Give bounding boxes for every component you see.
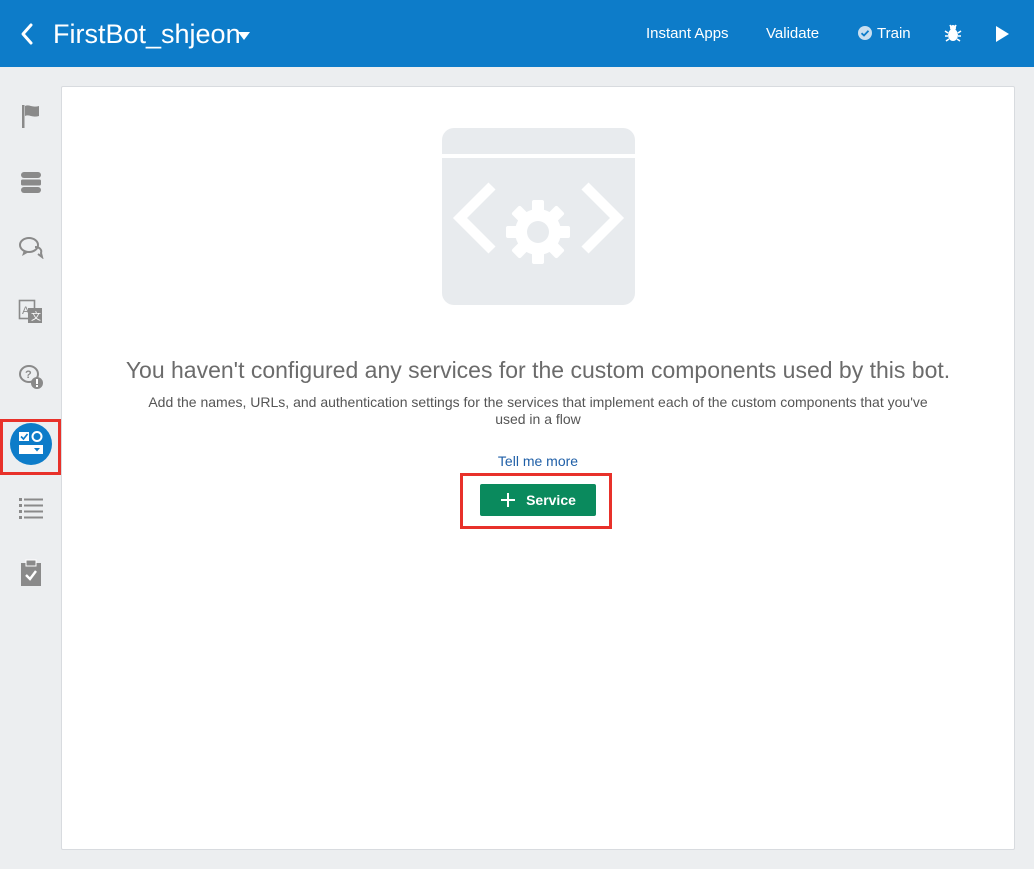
bot-name-title[interactable]: FirstBot_shjeon xyxy=(53,17,241,51)
add-service-button[interactable]: Service xyxy=(480,484,596,516)
back-icon[interactable] xyxy=(16,20,40,48)
sidebar-item-intents[interactable] xyxy=(14,101,48,135)
plus-icon xyxy=(501,493,516,507)
sidebar-item-settings[interactable] xyxy=(14,493,48,527)
question-alert-icon: ? xyxy=(18,364,44,395)
svg-text:文: 文 xyxy=(31,310,41,323)
sidebar-item-resource-bundles[interactable]: A文 xyxy=(14,297,48,331)
empty-state-heading: You haven't configured any services for … xyxy=(125,357,951,383)
tell-me-more-link[interactable]: Tell me more xyxy=(62,452,1014,470)
main-panel: You haven't configured any services for … xyxy=(61,86,1015,850)
sidebar-item-insights[interactable] xyxy=(14,558,48,592)
top-bar: FirstBot_shjeon Instant Apps Validate Tr… xyxy=(0,0,1034,67)
custom-component-illustration-icon xyxy=(442,128,635,305)
check-circle-icon xyxy=(857,25,873,41)
svg-text:?: ? xyxy=(25,369,32,381)
sidebar-item-components[interactable] xyxy=(9,422,53,471)
add-service-label: Service xyxy=(526,492,576,508)
bug-icon[interactable] xyxy=(943,23,963,43)
translate-icon: A文 xyxy=(18,299,44,330)
chevron-down-icon[interactable] xyxy=(236,29,252,41)
instant-apps-button[interactable]: Instant Apps xyxy=(646,24,729,44)
clipboard-check-icon xyxy=(19,559,43,592)
sidebar-item-qna[interactable]: ? xyxy=(14,362,48,396)
validate-button[interactable]: Validate xyxy=(766,24,819,44)
train-button[interactable]: Train xyxy=(877,24,911,44)
list-icon xyxy=(18,496,44,525)
sidebar-item-flows[interactable] xyxy=(14,232,48,266)
flag-icon xyxy=(19,103,43,134)
play-icon[interactable] xyxy=(994,25,1010,43)
empty-state-description: Add the names, URLs, and authentication … xyxy=(148,394,928,427)
components-icon xyxy=(9,422,53,471)
sidebar-item-entities[interactable] xyxy=(14,167,48,201)
chat-bubbles-icon xyxy=(18,235,44,264)
database-icon xyxy=(19,170,43,199)
